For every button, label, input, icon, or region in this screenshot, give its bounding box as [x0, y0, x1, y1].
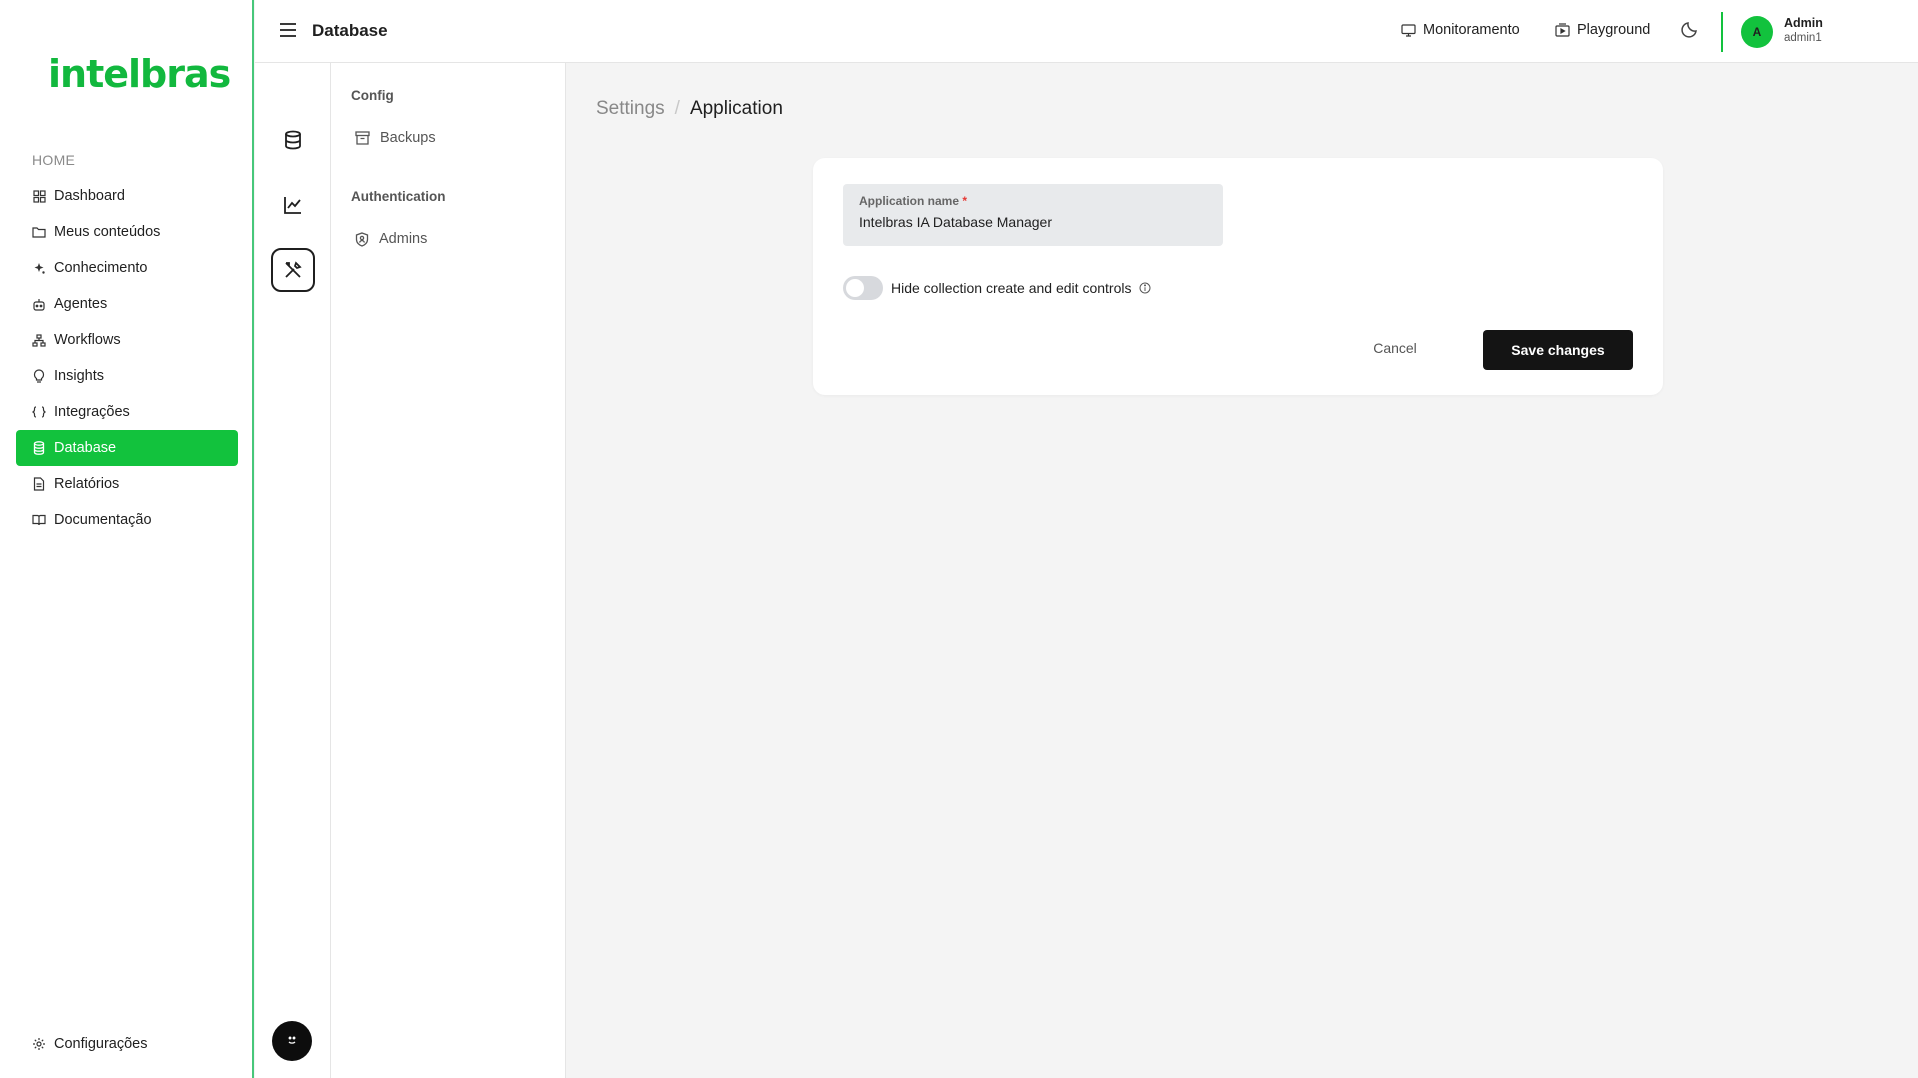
tools-icon [283, 260, 303, 280]
sidebar-item-label: Agentes [54, 296, 108, 312]
sidebar-item-workflows[interactable]: Workflows [16, 322, 238, 358]
toggle-knob [846, 279, 864, 297]
backups-label: Backups [380, 130, 436, 146]
shield-user-icon [355, 231, 369, 247]
nav-section-home: HOME [32, 152, 76, 168]
braces-icon [32, 405, 46, 419]
monitoring-label: Monitoramento [1423, 22, 1520, 38]
admins-label: Admins [379, 231, 428, 247]
intelbras-logo[interactable]: intelbras [48, 52, 231, 96]
smiley-icon [285, 1035, 299, 1047]
sidebar-item-label: Documentação [54, 512, 152, 528]
header-divider [1721, 12, 1723, 52]
rail-logs-button[interactable] [271, 183, 315, 227]
sidebar-item-dashboard[interactable]: Dashboard [16, 178, 238, 214]
sidebar-item-conhecimento[interactable]: Conhecimento [16, 250, 238, 286]
sidebar-item-agentes[interactable]: Agentes [16, 286, 238, 322]
sidebar-item-label: Database [54, 440, 117, 456]
breadcrumb-current: Application [689, 98, 783, 119]
playground-icon [1555, 23, 1570, 37]
hamburger-menu-icon[interactable] [279, 22, 297, 38]
lightbulb-icon [32, 369, 46, 383]
config-heading: Config [351, 88, 394, 103]
hide-controls-row: Hide collection create and edit controls [843, 276, 1151, 300]
sidebar-item-label: Meus conteúdos [54, 224, 161, 240]
info-icon[interactable] [1139, 282, 1151, 294]
required-marker: * [962, 194, 968, 208]
sidebar-item-relatorios[interactable]: Relatórios [16, 466, 238, 502]
settings-subnav: Config Backups Authentication Admins [331, 63, 566, 1078]
user-name: Admin [1784, 16, 1823, 30]
assistant-avatar[interactable] [272, 1021, 312, 1061]
top-header: Database Monitoramento Playground A Admi… [255, 0, 1918, 63]
save-changes-button[interactable]: Save changes [1483, 330, 1633, 370]
archive-icon [355, 131, 370, 145]
authentication-heading: Authentication [351, 189, 446, 204]
application-settings-card: Application name * Intelbras IA Database… [813, 158, 1663, 395]
page-title: Database [312, 21, 388, 40]
subnav-item-backups[interactable]: Backups [355, 130, 436, 146]
hide-controls-label[interactable]: Hide collection create and edit controls [891, 280, 1131, 296]
playground-link[interactable]: Playground [1555, 22, 1650, 38]
sidebar-item-configuracoes[interactable]: Configurações [32, 1036, 148, 1052]
configuracoes-label: Configurações [54, 1036, 148, 1052]
sparkle-icon [32, 261, 46, 275]
sidebar-item-label: Insights [54, 368, 104, 384]
sidebar-item-label: Relatórios [54, 476, 120, 492]
sidebar-item-label: Workflows [54, 332, 121, 348]
grid-icon [32, 189, 46, 203]
database-icon [32, 441, 46, 455]
workflow-icon [32, 333, 46, 347]
sidebar-item-database[interactable]: Database [16, 430, 238, 466]
rail-settings-button[interactable] [271, 248, 315, 292]
dark-mode-toggle-icon[interactable] [1681, 20, 1699, 38]
cancel-button[interactable]: Cancel [1365, 330, 1425, 366]
sidebar-nav: Dashboard Meus conteúdos Conhecimento Ag… [16, 178, 238, 538]
robot-icon [32, 297, 46, 311]
sidebar-item-meus-conteudos[interactable]: Meus conteúdos [16, 214, 238, 250]
sidebar-item-label: Integrações [54, 404, 130, 420]
breadcrumb: Settings / Application [596, 98, 783, 120]
breadcrumb-settings[interactable]: Settings [596, 98, 665, 120]
breadcrumb-separator: / [674, 98, 680, 119]
book-icon [32, 513, 46, 527]
sidebar-item-label: Conhecimento [54, 260, 148, 276]
sidebar-item-documentacao[interactable]: Documentação [16, 502, 238, 538]
subnav-item-admins[interactable]: Admins [355, 231, 427, 247]
rail-collections-button[interactable] [271, 118, 315, 162]
application-name-field[interactable]: Application name * Intelbras IA Database… [843, 184, 1223, 246]
line-chart-icon [283, 195, 303, 215]
database-icon-rail [255, 63, 331, 1078]
sidebar-item-label: Dashboard [54, 188, 125, 204]
playground-label: Playground [1577, 22, 1651, 38]
application-name-input[interactable]: Intelbras IA Database Manager [859, 214, 1207, 230]
document-icon [32, 477, 46, 491]
sidebar-item-integracoes[interactable]: Integrações [16, 394, 238, 430]
gear-icon [32, 1037, 46, 1051]
monitor-icon [1401, 23, 1416, 37]
main-sidebar: intelbras HOME Dashboard Meus conteúdos … [0, 0, 254, 1078]
hide-controls-toggle[interactable] [843, 276, 883, 300]
folder-icon [32, 225, 46, 239]
sidebar-item-insights[interactable]: Insights [16, 358, 238, 394]
user-avatar[interactable]: A [1741, 16, 1773, 48]
monitoring-link[interactable]: Monitoramento [1401, 22, 1520, 38]
application-name-label: Application name * [859, 194, 968, 208]
database-icon [283, 130, 303, 150]
user-username: admin1 [1784, 32, 1822, 44]
